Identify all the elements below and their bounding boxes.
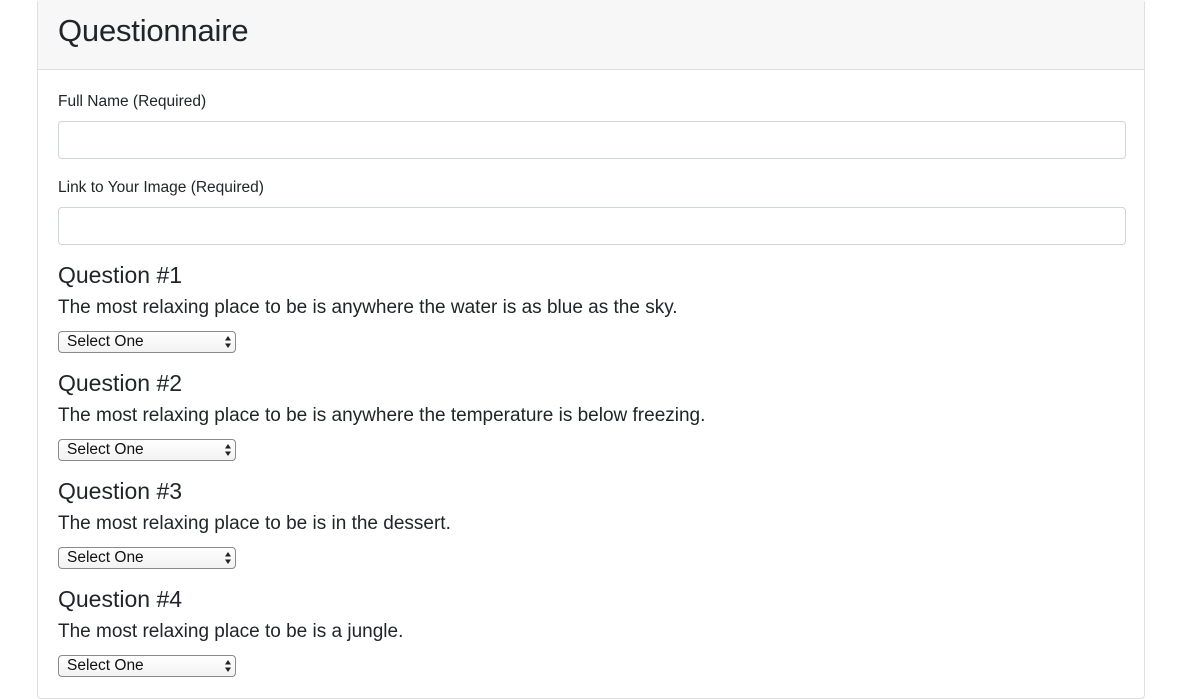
- full-name-label: Full Name (Required): [58, 93, 207, 110]
- question-4-heading: Question #4: [58, 586, 183, 612]
- question-1-selected-value: Select One: [67, 333, 144, 350]
- image-link-input[interactable]: [58, 207, 1126, 245]
- question-3-text: The most relaxing place to be is in the …: [58, 513, 451, 534]
- up-down-arrows-icon: [225, 444, 231, 456]
- question-4-selected-value: Select One: [67, 657, 144, 674]
- question-1-heading: Question #1: [58, 262, 183, 288]
- questionnaire-card: Questionnaire Full Name (Required) Link …: [37, 0, 1145, 699]
- question-4-text: The most relaxing place to be is a jungl…: [58, 621, 404, 642]
- question-2-selected-value: Select One: [67, 441, 144, 458]
- question-2-heading: Question #2: [58, 370, 183, 396]
- question-3-selected-value: Select One: [67, 549, 144, 566]
- question-3-heading: Question #3: [58, 478, 183, 504]
- image-link-label: Link to Your Image (Required): [58, 179, 264, 196]
- up-down-arrows-icon: [225, 552, 231, 564]
- question-1-text: The most relaxing place to be is anywher…: [58, 297, 678, 318]
- up-down-arrows-icon: [225, 336, 231, 348]
- page-title: Questionnaire: [58, 13, 249, 48]
- question-1-select[interactable]: Select One: [58, 331, 236, 353]
- full-name-input[interactable]: [58, 121, 1126, 159]
- question-4-select[interactable]: Select One: [58, 655, 236, 677]
- question-2-text: The most relaxing place to be is anywher…: [58, 405, 706, 426]
- up-down-arrows-icon: [225, 660, 231, 672]
- card-header: Questionnaire: [38, 0, 1144, 70]
- question-2-select[interactable]: Select One: [58, 439, 236, 461]
- question-3-select[interactable]: Select One: [58, 547, 236, 569]
